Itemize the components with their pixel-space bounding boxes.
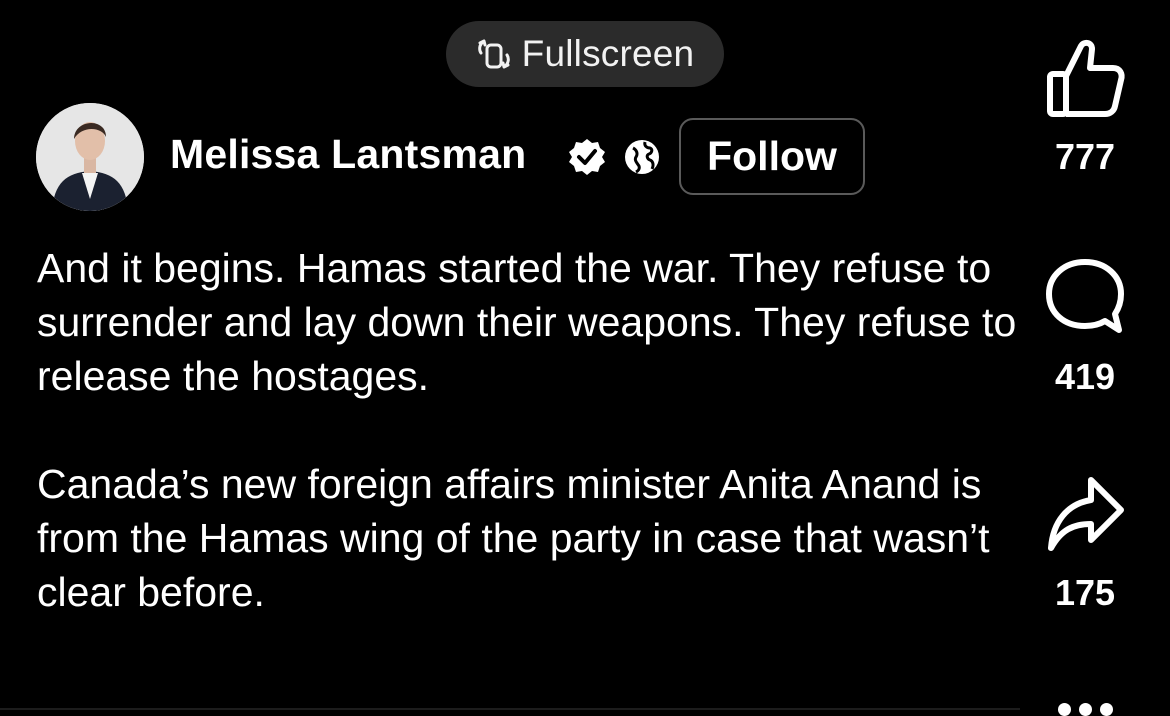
share-button[interactable]: 175 — [1030, 474, 1140, 614]
comment-button[interactable]: 419 — [1030, 258, 1140, 398]
fullscreen-button[interactable]: Fullscreen — [446, 21, 724, 87]
share-arrow-icon — [1030, 474, 1140, 554]
like-button[interactable]: 777 — [1030, 38, 1140, 178]
like-count: 777 — [1054, 136, 1116, 177]
verified-badge-icon — [568, 138, 606, 176]
globe-icon — [624, 139, 660, 175]
post-paragraph-2: Canada’s new foreign affairs minister An… — [37, 461, 990, 615]
thumbs-up-icon — [1030, 38, 1140, 118]
post-paragraph-1: And it begins. Hamas started the war. Th… — [37, 245, 1017, 399]
follow-button[interactable]: Follow — [679, 118, 865, 195]
author-avatar[interactable] — [36, 103, 144, 211]
comment-count: 419 — [1054, 356, 1116, 397]
author-name[interactable]: Melissa Lantsman — [170, 131, 526, 178]
comment-bubble-icon — [1030, 258, 1140, 338]
share-count: 175 — [1054, 572, 1116, 613]
fullscreen-icon — [476, 36, 512, 72]
fullscreen-label: Fullscreen — [521, 33, 695, 74]
